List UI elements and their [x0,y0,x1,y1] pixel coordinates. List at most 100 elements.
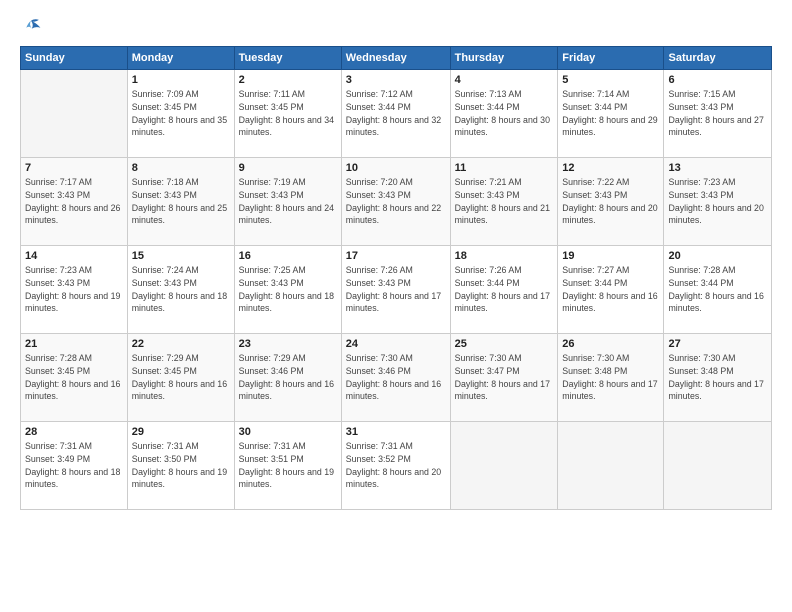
weekday-header: Wednesday [341,47,450,70]
calendar-cell [450,422,558,510]
calendar-cell: 23 Sunrise: 7:29 AM Sunset: 3:46 PM Dayl… [234,334,341,422]
calendar-cell [664,422,772,510]
day-sunset: Sunset: 3:45 PM [25,365,123,378]
logo [20,18,46,36]
day-number: 11 [455,162,554,174]
page: SundayMondayTuesdayWednesdayThursdayFrid… [0,0,792,612]
day-daylight: Daylight: 8 hours and 29 minutes. [562,114,659,140]
day-sunrise: Sunrise: 7:22 AM [562,176,659,189]
day-sunset: Sunset: 3:43 PM [668,101,767,114]
calendar-week-row: 28 Sunrise: 7:31 AM Sunset: 3:49 PM Dayl… [21,422,772,510]
day-number: 27 [668,338,767,350]
day-number: 9 [239,162,337,174]
day-sunset: Sunset: 3:51 PM [239,453,337,466]
day-sunset: Sunset: 3:48 PM [562,365,659,378]
day-daylight: Daylight: 8 hours and 26 minutes. [25,202,123,228]
day-number: 19 [562,250,659,262]
day-sunset: Sunset: 3:45 PM [132,101,230,114]
day-daylight: Daylight: 8 hours and 27 minutes. [668,114,767,140]
day-daylight: Daylight: 8 hours and 16 minutes. [346,378,446,404]
day-sunrise: Sunrise: 7:30 AM [668,352,767,365]
day-sunset: Sunset: 3:43 PM [562,189,659,202]
calendar-table: SundayMondayTuesdayWednesdayThursdayFrid… [20,46,772,510]
day-sunrise: Sunrise: 7:29 AM [239,352,337,365]
day-number: 5 [562,74,659,86]
calendar-cell: 8 Sunrise: 7:18 AM Sunset: 3:43 PM Dayli… [127,158,234,246]
day-sunrise: Sunrise: 7:28 AM [25,352,123,365]
day-daylight: Daylight: 8 hours and 21 minutes. [455,202,554,228]
day-sunrise: Sunrise: 7:24 AM [132,264,230,277]
day-sunset: Sunset: 3:44 PM [455,277,554,290]
day-number: 29 [132,426,230,438]
day-number: 16 [239,250,337,262]
day-number: 3 [346,74,446,86]
day-sunset: Sunset: 3:44 PM [668,277,767,290]
day-sunset: Sunset: 3:47 PM [455,365,554,378]
day-sunrise: Sunrise: 7:31 AM [25,440,123,453]
day-sunrise: Sunrise: 7:31 AM [239,440,337,453]
day-sunrise: Sunrise: 7:30 AM [562,352,659,365]
day-number: 26 [562,338,659,350]
calendar-cell: 17 Sunrise: 7:26 AM Sunset: 3:43 PM Dayl… [341,246,450,334]
day-sunset: Sunset: 3:43 PM [346,189,446,202]
day-number: 23 [239,338,337,350]
day-number: 22 [132,338,230,350]
day-number: 24 [346,338,446,350]
day-daylight: Daylight: 8 hours and 18 minutes. [239,290,337,316]
calendar-cell: 20 Sunrise: 7:28 AM Sunset: 3:44 PM Dayl… [664,246,772,334]
day-daylight: Daylight: 8 hours and 20 minutes. [346,466,446,492]
day-sunset: Sunset: 3:43 PM [25,277,123,290]
calendar-cell: 31 Sunrise: 7:31 AM Sunset: 3:52 PM Dayl… [341,422,450,510]
day-sunset: Sunset: 3:43 PM [239,277,337,290]
calendar-cell: 3 Sunrise: 7:12 AM Sunset: 3:44 PM Dayli… [341,70,450,158]
logo-bird-icon [20,18,42,36]
calendar-cell: 16 Sunrise: 7:25 AM Sunset: 3:43 PM Dayl… [234,246,341,334]
day-sunset: Sunset: 3:46 PM [346,365,446,378]
day-sunrise: Sunrise: 7:31 AM [346,440,446,453]
day-sunrise: Sunrise: 7:19 AM [239,176,337,189]
weekday-header: Sunday [21,47,128,70]
day-sunrise: Sunrise: 7:15 AM [668,88,767,101]
calendar-week-row: 7 Sunrise: 7:17 AM Sunset: 3:43 PM Dayli… [21,158,772,246]
calendar-cell: 19 Sunrise: 7:27 AM Sunset: 3:44 PM Dayl… [558,246,664,334]
day-sunset: Sunset: 3:43 PM [25,189,123,202]
calendar-cell [21,70,128,158]
day-sunrise: Sunrise: 7:20 AM [346,176,446,189]
calendar-cell: 2 Sunrise: 7:11 AM Sunset: 3:45 PM Dayli… [234,70,341,158]
calendar-cell: 30 Sunrise: 7:31 AM Sunset: 3:51 PM Dayl… [234,422,341,510]
day-sunrise: Sunrise: 7:23 AM [25,264,123,277]
day-number: 10 [346,162,446,174]
day-daylight: Daylight: 8 hours and 17 minutes. [455,378,554,404]
day-daylight: Daylight: 8 hours and 16 minutes. [562,290,659,316]
calendar-cell: 14 Sunrise: 7:23 AM Sunset: 3:43 PM Dayl… [21,246,128,334]
calendar-cell: 6 Sunrise: 7:15 AM Sunset: 3:43 PM Dayli… [664,70,772,158]
day-daylight: Daylight: 8 hours and 22 minutes. [346,202,446,228]
day-daylight: Daylight: 8 hours and 17 minutes. [562,378,659,404]
calendar-cell: 25 Sunrise: 7:30 AM Sunset: 3:47 PM Dayl… [450,334,558,422]
day-sunset: Sunset: 3:43 PM [668,189,767,202]
day-number: 21 [25,338,123,350]
calendar-week-row: 14 Sunrise: 7:23 AM Sunset: 3:43 PM Dayl… [21,246,772,334]
day-daylight: Daylight: 8 hours and 16 minutes. [668,290,767,316]
day-daylight: Daylight: 8 hours and 20 minutes. [562,202,659,228]
calendar-cell: 12 Sunrise: 7:22 AM Sunset: 3:43 PM Dayl… [558,158,664,246]
day-daylight: Daylight: 8 hours and 17 minutes. [455,290,554,316]
day-daylight: Daylight: 8 hours and 35 minutes. [132,114,230,140]
day-number: 28 [25,426,123,438]
calendar-cell: 24 Sunrise: 7:30 AM Sunset: 3:46 PM Dayl… [341,334,450,422]
day-sunset: Sunset: 3:50 PM [132,453,230,466]
weekday-header: Tuesday [234,47,341,70]
calendar-week-row: 21 Sunrise: 7:28 AM Sunset: 3:45 PM Dayl… [21,334,772,422]
calendar-cell: 18 Sunrise: 7:26 AM Sunset: 3:44 PM Dayl… [450,246,558,334]
weekday-header: Friday [558,47,664,70]
day-sunrise: Sunrise: 7:27 AM [562,264,659,277]
calendar-cell: 10 Sunrise: 7:20 AM Sunset: 3:43 PM Dayl… [341,158,450,246]
day-daylight: Daylight: 8 hours and 20 minutes. [668,202,767,228]
day-daylight: Daylight: 8 hours and 34 minutes. [239,114,337,140]
day-number: 15 [132,250,230,262]
day-sunrise: Sunrise: 7:18 AM [132,176,230,189]
day-daylight: Daylight: 8 hours and 16 minutes. [239,378,337,404]
day-number: 30 [239,426,337,438]
calendar-cell: 27 Sunrise: 7:30 AM Sunset: 3:48 PM Dayl… [664,334,772,422]
calendar-cell: 9 Sunrise: 7:19 AM Sunset: 3:43 PM Dayli… [234,158,341,246]
